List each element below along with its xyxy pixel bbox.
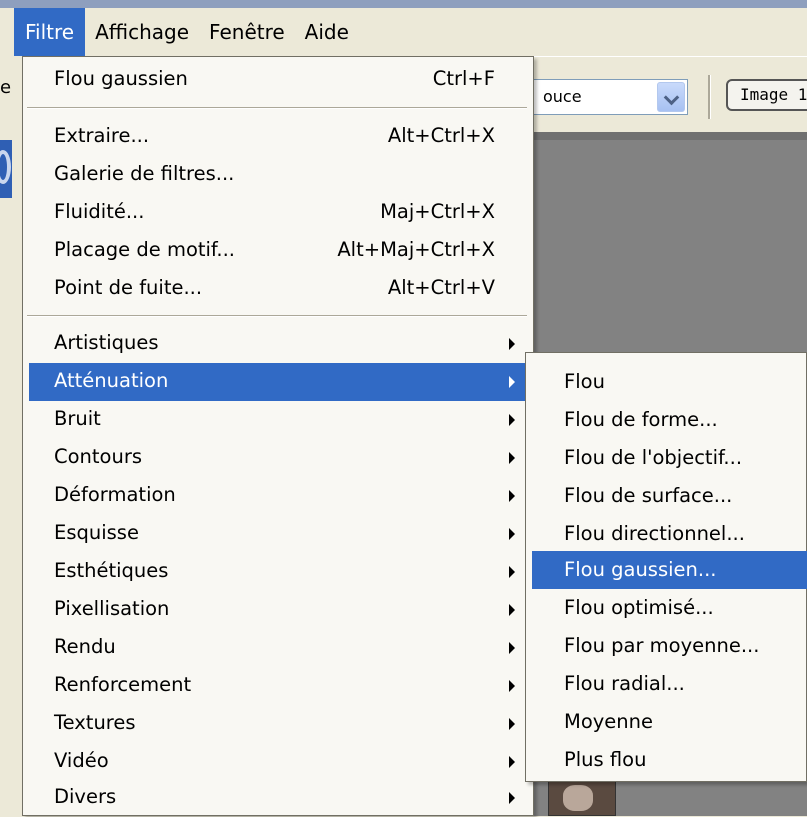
menu-item-shortcut: Ctrl+F xyxy=(432,67,495,90)
menu-item-fluidite[interactable]: Fluidité... Maj+Ctrl+X xyxy=(23,194,531,232)
menu-item-label: Extraire... xyxy=(54,124,150,147)
menu-affichage[interactable]: Affichage xyxy=(85,8,199,56)
submenu-item-label: Moyenne xyxy=(564,710,654,733)
left-partial-text: e xyxy=(0,77,12,98)
menu-bar: Filtre Affichage Fenêtre Aide xyxy=(14,8,807,56)
submenu-item-flou-radial[interactable]: Flou radial... xyxy=(526,665,806,703)
menu-item-label: Textures xyxy=(54,711,136,734)
options-bar: ouce Image 1( xyxy=(530,56,807,133)
chevron-down-icon[interactable] xyxy=(657,82,685,112)
submenu-item-plus-flou[interactable]: Plus flou xyxy=(526,741,806,779)
submenu-arrow-icon xyxy=(509,376,515,388)
menu-item-pixellisation[interactable]: Pixellisation xyxy=(23,591,531,629)
submenu-item-label: Flou par moyenne... xyxy=(564,634,760,657)
menu-item-placage-motif[interactable]: Placage de motif... Alt+Maj+Ctrl+X xyxy=(23,232,531,270)
submenu-item-flou-gaussien[interactable]: Flou gaussien... xyxy=(532,551,807,589)
menu-item-label: Esquisse xyxy=(54,521,139,544)
submenu-arrow-icon xyxy=(509,718,515,730)
submenu-item-flou-directionnel[interactable]: Flou directionnel... xyxy=(526,515,806,553)
left-panel-edge xyxy=(0,8,14,816)
menu-item-bruit[interactable]: Bruit xyxy=(23,401,531,439)
menu-item-label: Renforcement xyxy=(54,673,192,696)
image-button[interactable]: Image 1( xyxy=(726,79,807,111)
menu-item-textures[interactable]: Textures xyxy=(23,705,531,743)
submenu-arrow-icon xyxy=(509,414,515,426)
toolbar-divider xyxy=(708,75,711,119)
submenu-item-label: Flou gaussien... xyxy=(564,558,717,581)
submenu-item-label: Flou directionnel... xyxy=(564,522,745,545)
menu-item-shortcut: Alt+Ctrl+V xyxy=(387,276,495,299)
submenu-arrow-icon xyxy=(509,756,515,768)
submenu-item-flou-moyenne[interactable]: Flou par moyenne... xyxy=(526,627,806,665)
menu-item-esquisse[interactable]: Esquisse xyxy=(23,515,531,553)
menu-item-label: Déformation xyxy=(54,483,176,506)
menu-item-label: Flou gaussien xyxy=(54,67,188,90)
menu-item-contours[interactable]: Contours xyxy=(23,439,531,477)
menu-item-label: Esthétiques xyxy=(54,559,169,582)
submenu-arrow-icon xyxy=(509,792,515,804)
submenu-item-label: Flou xyxy=(564,370,605,393)
menu-item-label: Galerie de filtres... xyxy=(54,162,235,185)
canvas-top-edge xyxy=(530,132,807,140)
menu-item-galerie-filtres[interactable]: Galerie de filtres... xyxy=(23,156,531,194)
submenu-arrow-icon xyxy=(509,642,515,654)
menu-item-shortcut: Maj+Ctrl+X xyxy=(380,200,495,223)
menu-item-renforcement[interactable]: Renforcement xyxy=(23,667,531,705)
menu-item-attenuation[interactable]: Atténuation xyxy=(29,363,525,401)
left-tool-icon[interactable] xyxy=(0,140,12,198)
submenu-item-flou-de-forme[interactable]: Flou de forme... xyxy=(526,401,806,439)
menu-item-label: Divers xyxy=(54,785,117,808)
attenuation-submenu: Flou Flou de forme... Flou de l'objectif… xyxy=(525,352,807,782)
menu-item-label: Fluidité... xyxy=(54,200,145,223)
submenu-item-label: Flou de surface... xyxy=(564,484,733,507)
image-thumbnail xyxy=(548,780,616,816)
window-top-strip xyxy=(0,0,807,8)
menu-item-label: Point de fuite... xyxy=(54,276,203,299)
menu-item-label: Vidéo xyxy=(54,749,109,772)
menu-separator xyxy=(27,315,527,317)
menu-item-last-filter[interactable]: Flou gaussien Ctrl+F xyxy=(23,61,531,99)
menu-item-point-fuite[interactable]: Point de fuite... Alt+Ctrl+V xyxy=(23,270,531,308)
menu-filtre[interactable]: Filtre xyxy=(14,8,86,56)
filtre-menu: Flou gaussien Ctrl+F Extraire... Alt+Ctr… xyxy=(22,56,534,816)
submenu-arrow-icon xyxy=(509,528,515,540)
menu-item-shortcut: Alt+Ctrl+X xyxy=(387,124,495,147)
menu-item-label: Bruit xyxy=(54,407,101,430)
menu-item-label: Rendu xyxy=(54,635,116,658)
submenu-item-label: Flou radial... xyxy=(564,672,685,695)
submenu-arrow-icon xyxy=(509,566,515,578)
submenu-arrow-icon xyxy=(509,604,515,616)
submenu-item-label: Plus flou xyxy=(564,748,647,771)
menu-item-label: Pixellisation xyxy=(54,597,170,620)
submenu-arrow-icon xyxy=(509,490,515,502)
menu-fenetre[interactable]: Fenêtre xyxy=(199,8,295,56)
submenu-item-label: Flou de forme... xyxy=(564,408,718,431)
submenu-arrow-icon xyxy=(509,452,515,464)
menu-item-esthetiques[interactable]: Esthétiques xyxy=(23,553,531,591)
menu-item-label: Contours xyxy=(54,445,143,468)
menu-item-video[interactable]: Vidéo xyxy=(23,743,531,781)
menu-item-label: Atténuation xyxy=(54,369,169,392)
submenu-item-label: Flou optimisé... xyxy=(564,596,714,619)
submenu-item-flou[interactable]: Flou xyxy=(526,363,806,401)
submenu-item-flou-surface[interactable]: Flou de surface... xyxy=(526,477,806,515)
submenu-item-flou-optimise[interactable]: Flou optimisé... xyxy=(526,589,806,627)
menu-item-artistiques[interactable]: Artistiques xyxy=(23,325,531,363)
menu-item-divers[interactable]: Divers xyxy=(23,779,531,817)
menu-item-label: Placage de motif... xyxy=(54,238,235,261)
menu-separator xyxy=(27,107,527,109)
menu-item-extraire[interactable]: Extraire... Alt+Ctrl+X xyxy=(23,118,531,156)
submenu-arrow-icon xyxy=(509,680,515,692)
menu-aide[interactable]: Aide xyxy=(295,8,359,56)
submenu-item-label: Flou de l'objectif... xyxy=(564,446,743,469)
submenu-arrow-icon xyxy=(509,338,515,350)
mode-select-value: ouce xyxy=(543,87,582,106)
menu-item-deformation[interactable]: Déformation xyxy=(23,477,531,515)
menu-item-label: Artistiques xyxy=(54,331,159,354)
menu-item-shortcut: Alt+Maj+Ctrl+X xyxy=(337,238,495,261)
submenu-item-moyenne[interactable]: Moyenne xyxy=(526,703,806,741)
submenu-item-flou-objectif[interactable]: Flou de l'objectif... xyxy=(526,439,806,477)
mode-select[interactable]: ouce xyxy=(530,79,688,115)
menu-item-rendu[interactable]: Rendu xyxy=(23,629,531,667)
